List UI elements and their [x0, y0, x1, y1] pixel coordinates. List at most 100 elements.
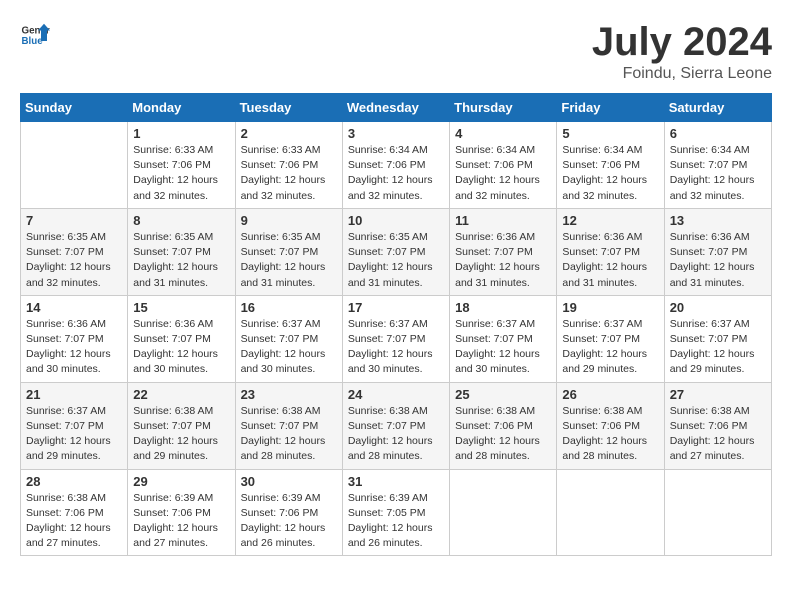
day-info: Sunrise: 6:34 AM Sunset: 7:06 PM Dayligh… — [455, 143, 551, 204]
calendar-cell: 31 Sunrise: 6:39 AM Sunset: 7:05 PM Dayli… — [342, 469, 449, 556]
day-number: 13 — [670, 213, 766, 228]
day-info: Sunrise: 6:38 AM Sunset: 7:06 PM Dayligh… — [26, 491, 122, 552]
week-row-5: 28 Sunrise: 6:38 AM Sunset: 7:06 PM Dayli… — [21, 469, 772, 556]
day-number: 20 — [670, 300, 766, 315]
day-info: Sunrise: 6:38 AM Sunset: 7:06 PM Dayligh… — [562, 404, 658, 465]
calendar-cell: 26 Sunrise: 6:38 AM Sunset: 7:06 PM Dayli… — [557, 382, 664, 469]
day-info: Sunrise: 6:34 AM Sunset: 7:07 PM Dayligh… — [670, 143, 766, 204]
calendar-cell: 14Sunrise: 6:36 AM Sunset: 7:07 PM Dayli… — [21, 295, 128, 382]
calendar-cell: 21 Sunrise: 6:37 AM Sunset: 7:07 PM Dayli… — [21, 382, 128, 469]
calendar-cell: 28 Sunrise: 6:38 AM Sunset: 7:06 PM Dayli… — [21, 469, 128, 556]
calendar-cell: 13 Sunrise: 6:36 AM Sunset: 7:07 PM Dayli… — [664, 208, 771, 295]
calendar-cell: 10 Sunrise: 6:35 AM Sunset: 7:07 PM Dayli… — [342, 208, 449, 295]
logo: General Blue — [20, 20, 50, 50]
day-number: 21 — [26, 387, 122, 402]
day-info: Sunrise: 6:35 AM Sunset: 7:07 PM Dayligh… — [241, 230, 337, 291]
day-info: Sunrise: 6:38 AM Sunset: 7:06 PM Dayligh… — [455, 404, 551, 465]
day-info: Sunrise: 6:39 AM Sunset: 7:06 PM Dayligh… — [241, 491, 337, 552]
calendar-cell: 2Sunrise: 6:33 AM Sunset: 7:06 PM Daylig… — [235, 122, 342, 209]
day-number: 4 — [455, 126, 551, 141]
calendar-cell: 16 Sunrise: 6:37 AM Sunset: 7:07 PM Dayli… — [235, 295, 342, 382]
calendar-cell: 3 Sunrise: 6:34 AM Sunset: 7:06 PM Daylig… — [342, 122, 449, 209]
calendar-cell: 6 Sunrise: 6:34 AM Sunset: 7:07 PM Daylig… — [664, 122, 771, 209]
calendar-cell: 12 Sunrise: 6:36 AM Sunset: 7:07 PM Dayli… — [557, 208, 664, 295]
calendar-subtitle: Foindu, Sierra Leone — [592, 65, 772, 83]
calendar-cell: 27 Sunrise: 6:38 AM Sunset: 7:06 PM Dayli… — [664, 382, 771, 469]
day-info: Sunrise: 6:39 AM Sunset: 7:05 PM Dayligh… — [348, 491, 444, 552]
day-info: Sunrise: 6:35 AM Sunset: 7:07 PM Dayligh… — [26, 230, 122, 291]
calendar-cell: 8 Sunrise: 6:35 AM Sunset: 7:07 PM Daylig… — [128, 208, 235, 295]
calendar-cell — [21, 122, 128, 209]
day-number: 31 — [348, 474, 444, 489]
calendar-cell: 11 Sunrise: 6:36 AM Sunset: 7:07 PM Dayli… — [450, 208, 557, 295]
day-info: Sunrise: 6:36 AM Sunset: 7:07 PM Dayligh… — [562, 230, 658, 291]
day-info: Sunrise: 6:35 AM Sunset: 7:07 PM Dayligh… — [348, 230, 444, 291]
day-info: Sunrise: 6:33 AM Sunset: 7:06 PM Dayligh… — [241, 143, 337, 204]
day-info: Sunrise: 6:39 AM Sunset: 7:06 PM Dayligh… — [133, 491, 229, 552]
calendar-cell: 22 Sunrise: 6:38 AM Sunset: 7:07 PM Dayli… — [128, 382, 235, 469]
calendar-cell: 15Sunrise: 6:36 AM Sunset: 7:07 PM Dayli… — [128, 295, 235, 382]
day-number: 3 — [348, 126, 444, 141]
calendar-cell: 19 Sunrise: 6:37 AM Sunset: 7:07 PM Dayli… — [557, 295, 664, 382]
week-row-3: 14Sunrise: 6:36 AM Sunset: 7:07 PM Dayli… — [21, 295, 772, 382]
column-header-thursday: Thursday — [450, 94, 557, 122]
day-number: 19 — [562, 300, 658, 315]
day-info: Sunrise: 6:36 AM Sunset: 7:07 PM Dayligh… — [670, 230, 766, 291]
day-number: 25 — [455, 387, 551, 402]
day-number: 27 — [670, 387, 766, 402]
day-number: 12 — [562, 213, 658, 228]
day-info: Sunrise: 6:36 AM Sunset: 7:07 PM Dayligh… — [133, 317, 229, 378]
calendar-cell — [557, 469, 664, 556]
day-info: Sunrise: 6:38 AM Sunset: 7:06 PM Dayligh… — [670, 404, 766, 465]
day-number: 11 — [455, 213, 551, 228]
day-info: Sunrise: 6:33 AM Sunset: 7:06 PM Dayligh… — [133, 143, 229, 204]
day-info: Sunrise: 6:37 AM Sunset: 7:07 PM Dayligh… — [562, 317, 658, 378]
calendar-cell: 17 Sunrise: 6:37 AM Sunset: 7:07 PM Dayli… — [342, 295, 449, 382]
week-row-1: 1 Sunrise: 6:33 AM Sunset: 7:06 PM Daylig… — [21, 122, 772, 209]
day-number: 10 — [348, 213, 444, 228]
day-info: Sunrise: 6:35 AM Sunset: 7:07 PM Dayligh… — [133, 230, 229, 291]
day-info: Sunrise: 6:38 AM Sunset: 7:07 PM Dayligh… — [348, 404, 444, 465]
svg-text:Blue: Blue — [22, 36, 44, 47]
day-number: 1 — [133, 126, 229, 141]
day-info: Sunrise: 6:37 AM Sunset: 7:07 PM Dayligh… — [670, 317, 766, 378]
day-number: 16 — [241, 300, 337, 315]
day-number: 28 — [26, 474, 122, 489]
day-info: Sunrise: 6:37 AM Sunset: 7:07 PM Dayligh… — [26, 404, 122, 465]
day-number: 22 — [133, 387, 229, 402]
day-number: 5 — [562, 126, 658, 141]
calendar-cell: 24 Sunrise: 6:38 AM Sunset: 7:07 PM Dayli… — [342, 382, 449, 469]
calendar-cell: 4 Sunrise: 6:34 AM Sunset: 7:06 PM Daylig… — [450, 122, 557, 209]
title-area: July 2024 Foindu, Sierra Leone — [592, 20, 772, 83]
day-info: Sunrise: 6:38 AM Sunset: 7:07 PM Dayligh… — [133, 404, 229, 465]
calendar-cell: 29 Sunrise: 6:39 AM Sunset: 7:06 PM Dayli… — [128, 469, 235, 556]
column-header-saturday: Saturday — [664, 94, 771, 122]
day-info: Sunrise: 6:37 AM Sunset: 7:07 PM Dayligh… — [241, 317, 337, 378]
calendar-body: 1 Sunrise: 6:33 AM Sunset: 7:06 PM Daylig… — [21, 122, 772, 556]
calendar-cell: 23Sunrise: 6:38 AM Sunset: 7:07 PM Dayli… — [235, 382, 342, 469]
generalblue-logo-icon: General Blue — [20, 20, 50, 50]
calendar-title: July 2024 — [592, 20, 772, 65]
day-number: 17 — [348, 300, 444, 315]
day-info: Sunrise: 6:38 AM Sunset: 7:07 PM Dayligh… — [241, 404, 337, 465]
calendar-cell: 9 Sunrise: 6:35 AM Sunset: 7:07 PM Daylig… — [235, 208, 342, 295]
day-number: 24 — [348, 387, 444, 402]
day-info: Sunrise: 6:36 AM Sunset: 7:07 PM Dayligh… — [455, 230, 551, 291]
page-header: General Blue July 2024 Foindu, Sierra Le… — [20, 20, 772, 83]
day-info: Sunrise: 6:37 AM Sunset: 7:07 PM Dayligh… — [348, 317, 444, 378]
calendar-cell: 20 Sunrise: 6:37 AM Sunset: 7:07 PM Dayli… — [664, 295, 771, 382]
calendar-cell: 30Sunrise: 6:39 AM Sunset: 7:06 PM Dayli… — [235, 469, 342, 556]
day-info: Sunrise: 6:37 AM Sunset: 7:07 PM Dayligh… — [455, 317, 551, 378]
day-number: 6 — [670, 126, 766, 141]
calendar-cell: 25 Sunrise: 6:38 AM Sunset: 7:06 PM Dayli… — [450, 382, 557, 469]
week-row-4: 21 Sunrise: 6:37 AM Sunset: 7:07 PM Dayli… — [21, 382, 772, 469]
day-info: Sunrise: 6:34 AM Sunset: 7:06 PM Dayligh… — [348, 143, 444, 204]
day-number: 26 — [562, 387, 658, 402]
calendar-header-row: SundayMondayTuesdayWednesdayThursdayFrid… — [21, 94, 772, 122]
day-number: 8 — [133, 213, 229, 228]
calendar-table: SundayMondayTuesdayWednesdayThursdayFrid… — [20, 93, 772, 556]
column-header-sunday: Sunday — [21, 94, 128, 122]
day-number: 29 — [133, 474, 229, 489]
day-number: 9 — [241, 213, 337, 228]
calendar-cell — [450, 469, 557, 556]
